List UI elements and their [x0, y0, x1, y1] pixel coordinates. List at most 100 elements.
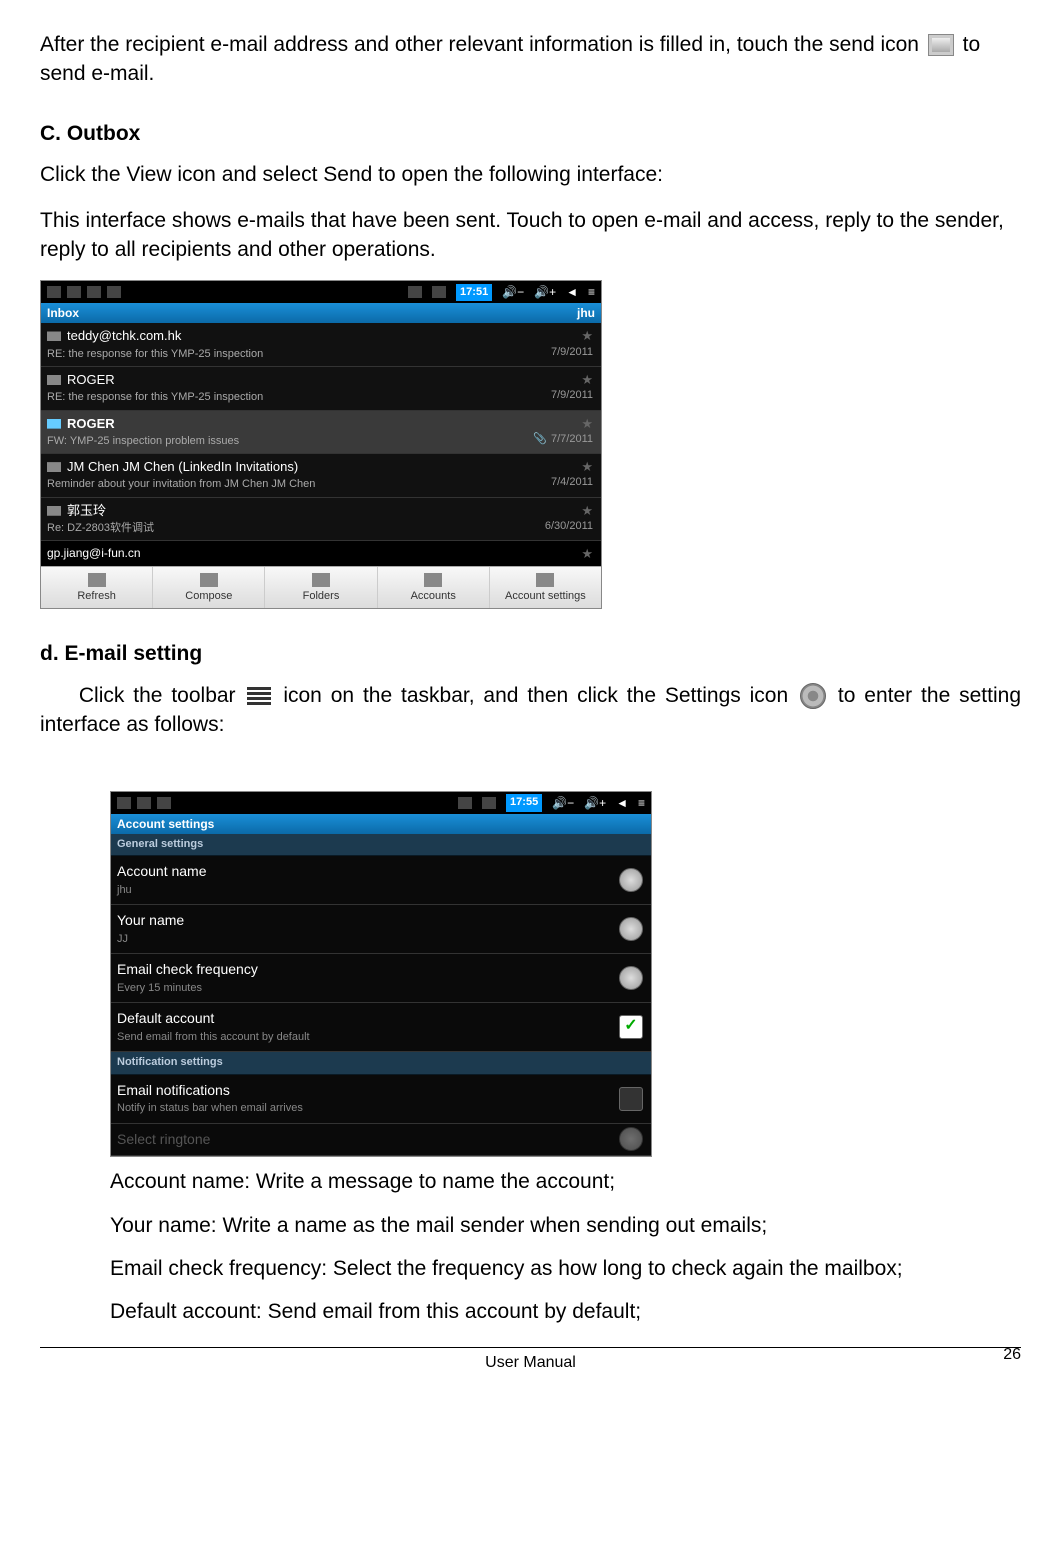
intro-text-a: After the recipient e-mail address and o…: [40, 33, 919, 56]
mail-date: 6/30/2011: [545, 519, 593, 534]
toolbar-icon: [88, 573, 106, 587]
mail-sender: JM Chen JM Chen (LinkedIn Invitations): [47, 458, 595, 476]
section-c-p1: Click the View icon and select Send to o…: [40, 160, 1021, 189]
volume-down-icon: 🔊−: [552, 795, 574, 812]
star-icon: ★: [581, 545, 593, 563]
outbox-screenshot: 17:51 🔊− 🔊+ ◄ ≡ Inbox jhu teddy@tchk.com…: [40, 280, 602, 609]
status-icon: [107, 286, 121, 298]
checkbox-icon: ✓: [619, 1015, 643, 1039]
inbox-header: Inbox jhu: [41, 303, 601, 323]
section-d-text-b: icon on the taskbar, and then click the …: [283, 684, 797, 707]
status-icon: [67, 286, 81, 298]
star-icon: ★: [581, 415, 593, 433]
mail-row: 郭玉玲Re: DZ-2803软件调试★6/30/2011: [41, 498, 601, 542]
signal-icon: [408, 286, 422, 298]
toolbar-refresh: Refresh: [41, 567, 153, 608]
settings-header: Account settings: [111, 814, 651, 834]
header-right: jhu: [577, 305, 595, 322]
battery-icon: [482, 797, 496, 809]
chevron-icon: [619, 917, 643, 941]
mail-subject: FW: YMP-25 inspection problem issues: [47, 434, 595, 449]
toolbar-accounts: Accounts: [378, 567, 490, 608]
intro-paragraph: After the recipient e-mail address and o…: [40, 30, 1021, 89]
mail-subject: RE: the response for this YMP-25 inspect…: [47, 390, 595, 405]
signal-icon: [458, 797, 472, 809]
setting-title: Email notifications: [117, 1081, 645, 1101]
status-icon: [47, 286, 61, 298]
status-icon: [137, 797, 151, 809]
envelope-icon: [47, 331, 61, 341]
page-footer: User Manual 26: [40, 1347, 1021, 1374]
back-icon: ◄: [616, 795, 628, 812]
section-c-title: C. Outbox: [40, 119, 1021, 148]
envelope-icon: [47, 419, 61, 429]
toolbar-icon: [200, 573, 218, 587]
star-icon: ★: [581, 327, 593, 345]
footer-center: User Manual: [100, 1352, 961, 1374]
star-icon: ★: [581, 458, 593, 476]
mail-subject: Re: DZ-2803软件调试: [47, 521, 595, 536]
mail-row: ROGERFW: YMP-25 inspection problem issue…: [41, 411, 601, 455]
setting-title: Account name: [117, 862, 645, 882]
status-icon: [117, 797, 131, 809]
partial-mail-row: gp.jiang@i-fun.cn ★: [41, 541, 601, 566]
envelope-icon: [47, 462, 61, 472]
section-d-paragraph: Click the toolbar icon on the taskbar, a…: [40, 681, 1021, 740]
setting-title: Your name: [117, 911, 645, 931]
setting-subtitle: JJ: [117, 932, 645, 947]
volume-down-icon: 🔊−: [502, 284, 524, 301]
status-icon: [87, 286, 101, 298]
mail-sender: teddy@tchk.com.hk: [47, 327, 595, 345]
footer-page-number: 26: [961, 1344, 1021, 1366]
notification-settings-header: Notification settings: [111, 1052, 651, 1074]
star-icon: ★: [581, 371, 593, 389]
menu-icon: ≡: [638, 795, 645, 812]
setting-email-check-frequency: Email check frequencyEvery 15 minutes: [111, 954, 651, 1003]
toolbar-compose: Compose: [153, 567, 265, 608]
menu-icon: [247, 687, 271, 705]
mail-row: JM Chen JM Chen (LinkedIn Invitations)Re…: [41, 454, 601, 498]
send-icon: [928, 34, 954, 56]
bullet-email-check: Email check frequency: Select the freque…: [110, 1254, 1021, 1283]
envelope-icon: [47, 506, 61, 516]
settings-screenshot: 17:55 🔊− 🔊+ ◄ ≡ Account settings General…: [110, 791, 652, 1157]
mail-date: 7/9/2011: [551, 345, 593, 360]
toolbar-account-settings: Account settings: [490, 567, 601, 608]
bottom-toolbar: RefreshComposeFoldersAccountsAccount set…: [41, 566, 601, 608]
section-d-text-a: Click the toolbar: [79, 684, 245, 707]
settings-header-text: Account settings: [117, 816, 214, 833]
toolbar-folders: Folders: [265, 567, 377, 608]
section-d-title: d. E-mail setting: [40, 639, 1021, 668]
chevron-icon: [619, 868, 643, 892]
setting-subtitle: Send email from this account by default: [117, 1030, 645, 1045]
header-left: Inbox: [47, 305, 79, 322]
mail-date: 📎7/7/2011: [533, 432, 593, 447]
battery-icon: [432, 286, 446, 298]
chevron-icon: [619, 966, 643, 990]
setting-subtitle: Notify in status bar when email arrives: [117, 1101, 645, 1116]
setting-title: Email check frequency: [117, 960, 645, 980]
status-icon: [157, 797, 171, 809]
setting-title: Default account: [117, 1009, 645, 1029]
setting-default-account: Default accountSend email from this acco…: [111, 1003, 651, 1052]
setting-subtitle: jhu: [117, 883, 645, 898]
setting-email-notifications: Email notificationsNotify in status bar …: [111, 1075, 651, 1124]
mail-date: 7/4/2011: [551, 475, 593, 490]
status-time-2: 17:55: [506, 794, 542, 811]
toolbar-icon: [536, 573, 554, 587]
general-settings-header: General settings: [111, 834, 651, 856]
settings-icon: [800, 683, 826, 709]
setting-subtitle: Every 15 minutes: [117, 981, 645, 996]
mail-row: ROGERRE: the response for this YMP-25 in…: [41, 367, 601, 411]
checkbox-icon: ✓: [619, 1087, 643, 1111]
status-time: 17:51: [456, 284, 492, 301]
setting-your-name: Your nameJJ: [111, 905, 651, 954]
mail-subject: Reminder about your invitation from JM C…: [47, 477, 595, 492]
toolbar-icon: [312, 573, 330, 587]
mail-date: 7/9/2011: [551, 388, 593, 403]
setting-title: Select ringtone: [117, 1130, 645, 1150]
volume-up-icon: 🔊+: [584, 795, 606, 812]
menu-icon: ≡: [588, 284, 595, 301]
star-icon: ★: [581, 502, 593, 520]
section-c-p2: This interface shows e-mails that have b…: [40, 206, 1021, 265]
